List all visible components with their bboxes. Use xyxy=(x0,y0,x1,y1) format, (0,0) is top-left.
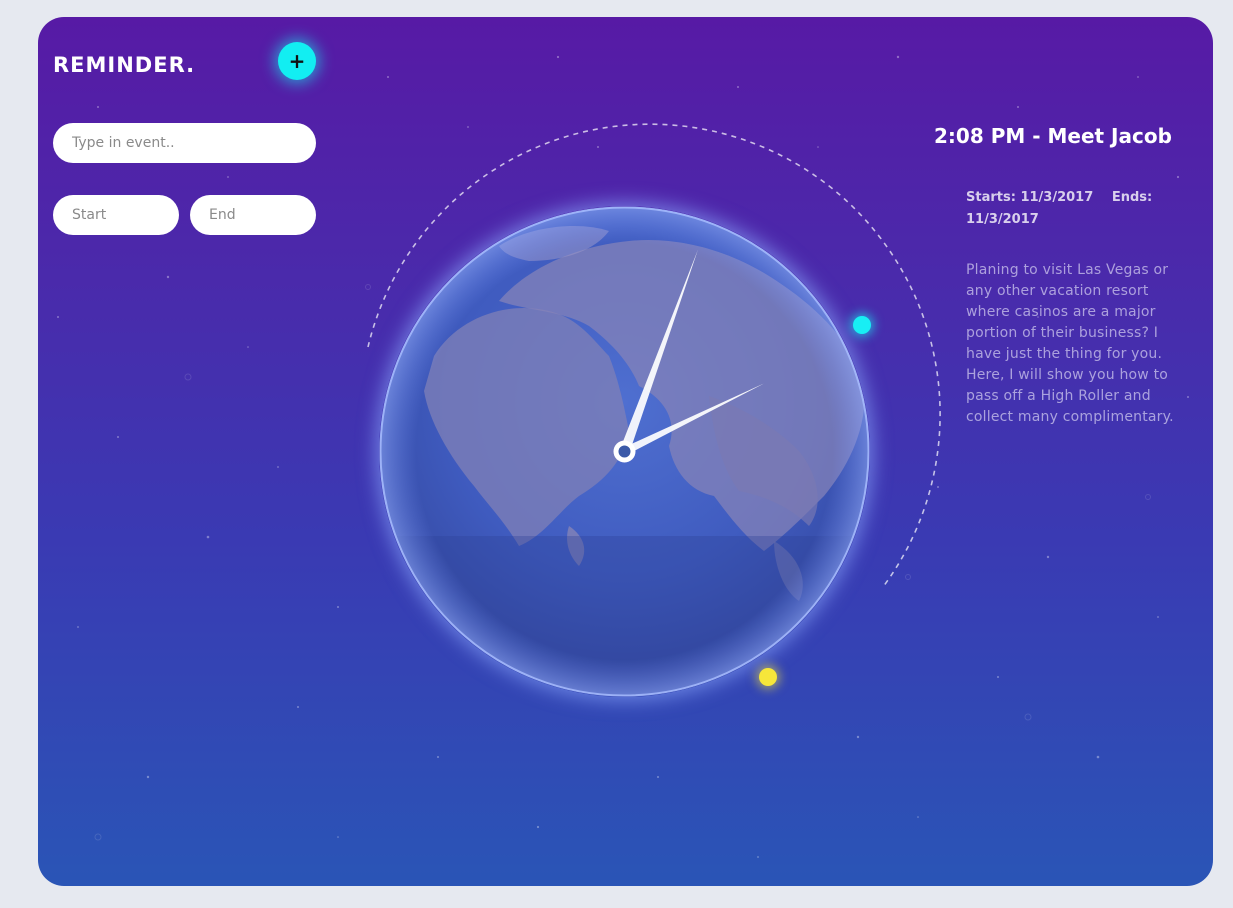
starts-value: 11/3/2017 xyxy=(1020,190,1094,205)
orbit-marker-yellow[interactable] xyxy=(759,668,777,686)
event-dates: Starts: 11/3/2017 Ends: 11/3/2017 xyxy=(966,187,1176,231)
event-title: 2:08 PM - Meet Jacob xyxy=(934,124,1172,148)
reminder-app: REMINDER. + Type in event.. Start End 2:… xyxy=(38,17,1213,886)
orbit-marker-cyan[interactable] xyxy=(853,316,871,334)
event-input[interactable] xyxy=(53,123,316,163)
ends-value: 11/3/2017 xyxy=(966,212,1039,227)
event-description: Planing to visit Las Vegas or any other … xyxy=(966,262,1174,425)
clock-pivot-center xyxy=(618,445,631,458)
start-input[interactable] xyxy=(53,195,179,235)
add-event-button[interactable]: + xyxy=(278,42,316,80)
starts-label: Starts: xyxy=(966,190,1016,205)
globe-clock xyxy=(379,206,870,697)
ends-label: Ends: xyxy=(1111,190,1153,205)
end-input[interactable] xyxy=(190,195,316,235)
plus-icon: + xyxy=(288,49,306,73)
app-brand: REMINDER. xyxy=(53,53,196,77)
